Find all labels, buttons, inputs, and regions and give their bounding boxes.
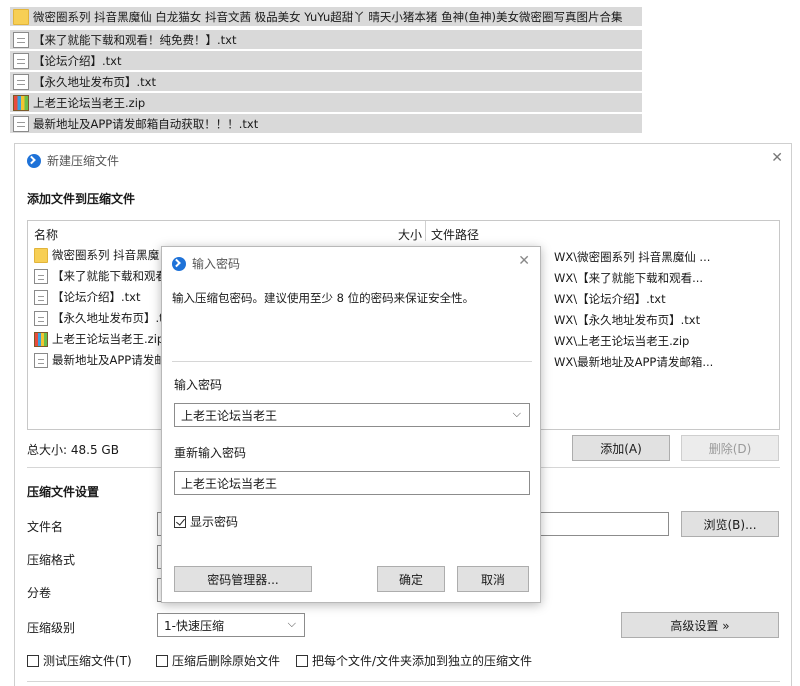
file-row-zip[interactable]: 上老王论坛当老王.zip bbox=[10, 93, 642, 112]
divider bbox=[27, 681, 780, 682]
archive-settings-heading: 压缩文件设置 bbox=[27, 485, 100, 499]
level-value: 1-快速压缩 bbox=[164, 618, 224, 633]
instruction-text: 输入压缩包密码。建议使用至少 8 位的密码来保证安全性。 bbox=[172, 291, 475, 305]
txt-file-icon bbox=[34, 268, 48, 284]
file-row-txt[interactable]: 最新地址及APP请发邮箱自动获取！！！.txt bbox=[10, 114, 642, 133]
list-item[interactable]: 最新地址及APP请发邮 bbox=[34, 350, 166, 370]
txt-file-icon bbox=[34, 310, 48, 326]
checkbox-icon bbox=[156, 654, 168, 667]
checkbox-icon bbox=[27, 654, 39, 667]
dialog-title: 输入密码 bbox=[192, 257, 241, 271]
chevron-down-icon: ⌵ bbox=[287, 617, 296, 630]
column-divider bbox=[425, 221, 426, 241]
dialog-title: 新建压缩文件 bbox=[47, 154, 120, 168]
checkbox-icon bbox=[296, 654, 308, 667]
txt-file-icon bbox=[13, 115, 29, 132]
test-archive-checkbox[interactable]: 测试压缩文件(T) bbox=[27, 652, 132, 669]
zip-archive-icon bbox=[13, 94, 29, 111]
cancel-button[interactable]: 取消 bbox=[457, 566, 529, 592]
list-item-path: WX\微密圈系列 抖音黑魔仙 ... bbox=[554, 250, 711, 264]
list-item-path: WX\上老王论坛当老王.zip bbox=[554, 334, 690, 348]
list-item-name: 【来了就能下载和观看 bbox=[52, 269, 167, 283]
txt-file-icon bbox=[34, 352, 48, 368]
reenter-password-input[interactable]: 上老王论坛当老王 bbox=[174, 471, 530, 495]
checkbox-label: 压缩后删除原始文件 bbox=[172, 654, 281, 668]
list-item-name: 【论坛介绍】.txt bbox=[52, 290, 141, 304]
add-button[interactable]: 添加(A) bbox=[572, 435, 670, 461]
level-label: 压缩级别 bbox=[27, 621, 76, 635]
separate-archives-checkbox[interactable]: 把每个文件/文件夹添加到独立的压缩文件 bbox=[296, 652, 532, 669]
close-icon[interactable]: ✕ bbox=[518, 253, 530, 269]
list-item-path: WX\最新地址及APP请发邮箱... bbox=[554, 355, 714, 369]
list-item[interactable]: 【来了就能下载和观看 bbox=[34, 266, 167, 286]
column-header-size[interactable]: 大小 bbox=[398, 226, 422, 243]
file-row-txt[interactable]: 【来了就能下载和观看！纯免费！】.txt bbox=[10, 30, 642, 49]
file-name: 【来了就能下载和观看！纯免费！】.txt bbox=[33, 32, 237, 47]
file-name: 【永久地址发布页】.txt bbox=[33, 74, 156, 89]
file-row-txt[interactable]: 【永久地址发布页】.txt bbox=[10, 72, 642, 91]
zip-archive-icon bbox=[34, 331, 48, 347]
txt-file-icon bbox=[13, 52, 29, 69]
list-item-name: 【永久地址发布页】.t bbox=[52, 311, 164, 325]
txt-file-icon bbox=[34, 289, 48, 305]
divider bbox=[172, 361, 532, 362]
browse-button[interactable]: 浏览(B)... bbox=[681, 511, 779, 537]
list-item-path: WX\【永久地址发布页】.txt bbox=[554, 313, 701, 327]
password-dialog: 输入密码 ✕ 输入压缩包密码。建议使用至少 8 位的密码来保证安全性。 输入密码… bbox=[161, 246, 541, 603]
list-item[interactable]: 上老王论坛当老王.zip bbox=[34, 329, 164, 349]
checkbox-label: 显示密码 bbox=[190, 515, 239, 529]
password-input[interactable]: 上老王论坛当老王 ⌵ bbox=[174, 403, 530, 427]
close-icon[interactable]: ✕ bbox=[771, 150, 783, 166]
list-item-path: WX\【来了就能下载和观看... bbox=[554, 271, 704, 285]
advanced-settings-button[interactable]: 高级设置 » bbox=[621, 612, 779, 638]
list-item-path: WX\【论坛介绍】.txt bbox=[554, 292, 666, 306]
list-item[interactable]: 【永久地址发布页】.t bbox=[34, 308, 164, 328]
level-select[interactable]: 1-快速压缩 ⌵ bbox=[157, 613, 305, 637]
app-logo-icon bbox=[27, 153, 41, 168]
delete-button[interactable]: 删除(D) bbox=[681, 435, 779, 461]
txt-file-icon bbox=[13, 73, 29, 90]
checkbox-checked-icon bbox=[174, 515, 186, 528]
title-bar: 输入密码 bbox=[172, 255, 240, 272]
enter-password-label: 输入密码 bbox=[174, 378, 223, 392]
file-row-folder[interactable]: 微密圈系列 抖音黑魔仙 白龙猫女 抖音文茜 极品美女 YuYu超甜丫 晴天小猪本… bbox=[10, 7, 642, 26]
password-manager-button[interactable]: 密码管理器... bbox=[174, 566, 312, 592]
reenter-password-value: 上老王论坛当老王 bbox=[181, 476, 278, 491]
add-files-heading: 添加文件到压缩文件 bbox=[27, 192, 136, 206]
column-header-path[interactable]: 文件路径 bbox=[431, 226, 479, 243]
list-item-name: 最新地址及APP请发邮 bbox=[52, 353, 166, 367]
txt-file-icon bbox=[13, 31, 29, 48]
total-size: 总大小: 48.5 GB bbox=[27, 443, 119, 457]
app-logo-icon bbox=[172, 256, 186, 271]
ok-button[interactable]: 确定 bbox=[377, 566, 445, 592]
folder-icon bbox=[34, 247, 48, 263]
list-item[interactable]: 微密圈系列 抖音黑魔 bbox=[34, 245, 159, 265]
list-item-name: 上老王论坛当老王.zip bbox=[52, 332, 165, 346]
folder-icon bbox=[13, 8, 29, 25]
title-bar: 新建压缩文件 bbox=[27, 152, 119, 169]
list-item-name: 微密圈系列 抖音黑魔 bbox=[52, 248, 160, 262]
file-name: 最新地址及APP请发邮箱自动获取！！！.txt bbox=[33, 116, 259, 131]
file-name: 上老王论坛当老王.zip bbox=[33, 95, 146, 110]
format-label: 压缩格式 bbox=[27, 553, 76, 567]
filename-label: 文件名 bbox=[27, 520, 64, 534]
chevron-down-icon[interactable]: ⌵ bbox=[513, 407, 521, 421]
list-item[interactable]: 【论坛介绍】.txt bbox=[34, 287, 140, 307]
file-name: 微密圈系列 抖音黑魔仙 白龙猫女 抖音文茜 极品美女 YuYu超甜丫 晴天小猪本… bbox=[33, 9, 623, 24]
file-row-txt[interactable]: 【论坛介绍】.txt bbox=[10, 51, 642, 70]
column-header-name[interactable]: 名称 bbox=[34, 226, 58, 243]
file-name: 【论坛介绍】.txt bbox=[33, 53, 122, 68]
password-value: 上老王论坛当老王 bbox=[181, 408, 278, 423]
checkbox-label: 把每个文件/文件夹添加到独立的压缩文件 bbox=[312, 654, 533, 668]
split-label: 分卷 bbox=[27, 586, 52, 600]
show-password-checkbox[interactable]: 显示密码 bbox=[174, 513, 238, 530]
reenter-password-label: 重新输入密码 bbox=[174, 446, 247, 460]
delete-after-checkbox[interactable]: 压缩后删除原始文件 bbox=[156, 652, 280, 669]
checkbox-label: 测试压缩文件(T) bbox=[43, 654, 132, 668]
